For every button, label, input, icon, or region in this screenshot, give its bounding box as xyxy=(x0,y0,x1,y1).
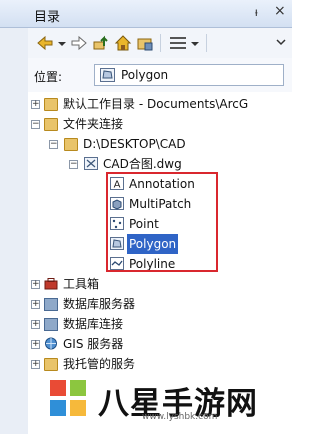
tree-item-label: 默认工作目录 - Documents\ArcG xyxy=(63,97,249,111)
expand-plus-icon[interactable]: + xyxy=(31,360,40,369)
up-one-level-icon[interactable] xyxy=(92,34,110,52)
tree-item-label: 文件夹连接 xyxy=(63,117,124,131)
location-label: 位置: xyxy=(34,70,63,84)
gis-server-icon xyxy=(45,337,57,350)
highlight-box xyxy=(106,172,218,272)
location-bar: 位置: Polygon xyxy=(28,58,292,93)
tree-item-dwg[interactable]: − CAD合图.dwg xyxy=(28,154,292,174)
view-dropdown-icon[interactable] xyxy=(190,34,200,52)
tree-item-db-servers[interactable]: + 数据库服务器 xyxy=(28,294,292,314)
expand-minus-icon[interactable]: − xyxy=(69,160,78,169)
folder-connections-icon xyxy=(44,118,58,131)
left-dock-strip xyxy=(0,0,29,434)
expand-plus-icon[interactable]: + xyxy=(31,320,40,329)
folder-icon xyxy=(64,138,78,151)
tree-item-label: 我托管的服务 xyxy=(63,357,136,371)
tree-item-toolbox[interactable]: + 工具箱 xyxy=(28,274,292,294)
home-icon[interactable] xyxy=(114,34,132,52)
tree-item-label: 数据库连接 xyxy=(63,317,124,331)
home-folder-icon xyxy=(44,98,58,111)
expand-plus-icon[interactable]: + xyxy=(31,100,40,109)
tree-item-label: CAD合图.dwg xyxy=(103,157,182,171)
tree-item-hosted-services[interactable]: + 我托管的服务 xyxy=(28,354,292,374)
hosted-services-icon xyxy=(44,358,58,371)
location-value: Polygon xyxy=(121,68,169,82)
expand-minus-icon[interactable]: − xyxy=(49,140,58,149)
expand-plus-icon[interactable]: + xyxy=(31,340,40,349)
tree-item-label: D:\DESKTOP\CAD xyxy=(83,137,186,151)
location-combo[interactable]: Polygon xyxy=(94,64,284,86)
tree-item-gis-servers[interactable]: + GIS 服务器 xyxy=(28,334,292,354)
pin-icon[interactable]: ᵼ xyxy=(255,5,258,19)
watermark-url: www.lyshbk.com xyxy=(142,412,218,422)
tree-item-folder-connections[interactable]: − 文件夹连接 xyxy=(28,114,292,134)
database-server-icon xyxy=(44,298,58,311)
tree-item-label: GIS 服务器 xyxy=(63,337,124,351)
expand-plus-icon[interactable]: + xyxy=(31,280,40,289)
forward-arrow-icon[interactable] xyxy=(70,34,88,52)
tree-item-desktop-cad[interactable]: − D:\DESKTOP\CAD xyxy=(28,134,292,154)
tree-item-label: 数据库服务器 xyxy=(63,297,136,311)
toolbox-icon xyxy=(44,278,58,290)
expand-plus-icon[interactable]: + xyxy=(31,300,40,309)
catalog-titlebar: 目录 ᵼ × xyxy=(0,0,292,28)
tree-item-db-connections[interactable]: + 数据库连接 xyxy=(28,314,292,334)
tree-item-label: 工具箱 xyxy=(63,277,100,291)
toolbar-separator xyxy=(206,34,207,52)
site-logo-icon xyxy=(44,374,92,422)
window-title: 目录 xyxy=(34,10,61,25)
expand-minus-icon[interactable]: − xyxy=(31,120,40,129)
catalog-toolbar xyxy=(28,28,292,59)
cad-dataset-icon xyxy=(84,157,98,170)
toolbar-separator xyxy=(160,34,161,52)
back-dropdown-icon[interactable] xyxy=(57,34,67,52)
tree-item-home[interactable]: + 默认工作目录 - Documents\ArcG xyxy=(28,94,292,114)
back-arrow-icon[interactable] xyxy=(36,34,54,52)
close-icon[interactable]: × xyxy=(274,3,286,19)
database-connection-icon xyxy=(44,318,58,331)
view-options-icon[interactable] xyxy=(168,34,188,52)
toolbar-overflow-icon[interactable] xyxy=(272,34,290,52)
polygon-layer-icon xyxy=(100,68,115,82)
connect-folder-icon[interactable] xyxy=(136,34,154,52)
